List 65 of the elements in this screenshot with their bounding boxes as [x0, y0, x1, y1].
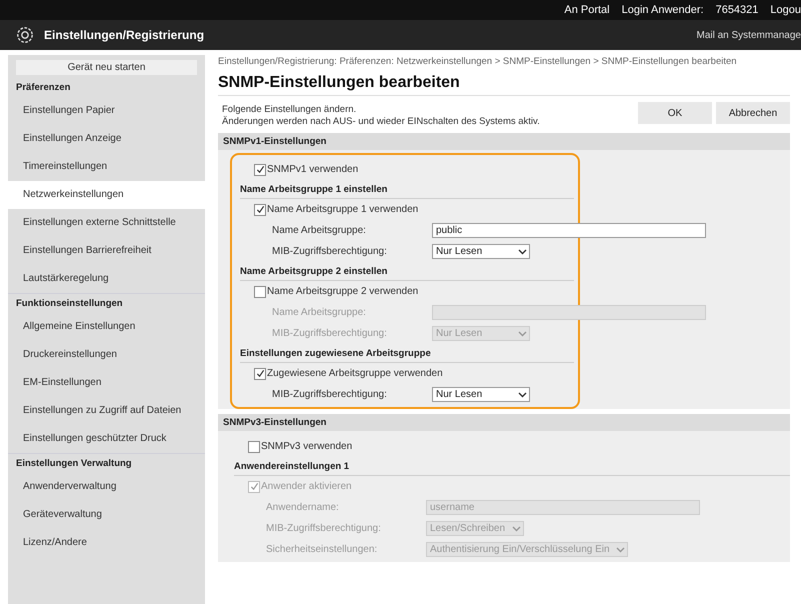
- login-label: Login Anwender:: [622, 4, 704, 16]
- field-label: MIB-Zugriffsberechtigung:: [272, 389, 388, 400]
- field-label: Name Arbeitsgruppe:: [272, 225, 367, 236]
- field-label: Anwendername:: [266, 502, 340, 513]
- portal-link[interactable]: An Portal: [564, 4, 610, 16]
- login-id: 7654321: [716, 4, 758, 16]
- mail-link[interactable]: Mail an Systemmanage: [696, 30, 801, 40]
- caret-icon: [518, 248, 527, 254]
- cancel-button[interactable]: Abbrechen: [716, 102, 790, 124]
- nav-item[interactable]: Netzwerkeinstellungen: [8, 181, 205, 209]
- checkbox-label: SNMPv1 verwenden: [267, 164, 358, 175]
- nav-heading: Einstellungen Verwaltung: [8, 453, 205, 473]
- checkbox[interactable]: [248, 440, 260, 452]
- nav-item[interactable]: Lizenz/Andere: [8, 529, 205, 557]
- nav-item[interactable]: EM-Einstellungen: [8, 369, 205, 397]
- nav-item[interactable]: Einstellungen Papier: [8, 97, 205, 125]
- nav-item[interactable]: Einstellungen Barrierefreiheit: [8, 237, 205, 265]
- gear-icon: [16, 26, 34, 44]
- checkbox-label: Zugewiesene Arbeitsgruppe verwenden: [267, 368, 443, 379]
- dropdown[interactable]: Nur Lesen: [432, 244, 530, 259]
- checkbox-label: Name Arbeitsgruppe 1 verwenden: [267, 204, 418, 215]
- checkbox[interactable]: [254, 164, 266, 176]
- nav-item[interactable]: Einstellungen geschützter Druck: [8, 425, 205, 453]
- text-field[interactable]: public: [432, 223, 706, 238]
- nav-item[interactable]: Einstellungen Anzeige: [8, 125, 205, 153]
- group-heading: Name Arbeitsgruppe 2 einstellen: [240, 262, 574, 281]
- checkbox[interactable]: [254, 368, 266, 380]
- checkbox-label: Name Arbeitsgruppe 2 verwenden: [267, 286, 418, 297]
- section-header: SNMPv1-Einstellungen: [218, 133, 790, 150]
- app-title: Einstellungen/Registrierung: [44, 28, 206, 42]
- description-text: Änderungen werden nach AUS- und wieder EINschalten des Systems aktiv.: [222, 116, 540, 128]
- nav-heading: Funktionseinstellungen: [8, 293, 205, 313]
- nav-item[interactable]: Allgemeine Einstellungen: [8, 313, 205, 341]
- field-label: Sicherheitseinstellungen:: [266, 544, 378, 555]
- nav-item[interactable]: Lautstärkeregelung: [8, 265, 205, 293]
- field-label: MIB-Zugriffsberechtigung:: [266, 523, 382, 534]
- ok-button[interactable]: OK: [638, 102, 712, 124]
- caret-icon: [518, 392, 527, 398]
- checkbox-label: SNMPv3 verwenden: [261, 441, 352, 452]
- field-label: MIB-Zugriffsberechtigung:: [272, 328, 388, 339]
- checkbox[interactable]: [254, 204, 266, 216]
- page-title: SNMP-Einstellungen bearbeiten: [218, 74, 790, 96]
- checkbox-label: Anwender aktivieren: [261, 481, 352, 492]
- nav-item[interactable]: Anwenderverwaltung: [8, 473, 205, 501]
- dropdown[interactable]: Nur Lesen: [432, 387, 530, 402]
- checkbox[interactable]: [254, 286, 266, 298]
- caret-icon: [518, 330, 527, 336]
- restart-button[interactable]: Gerät neu starten: [16, 60, 197, 75]
- description-text: Folgende Einstellungen ändern.: [222, 104, 358, 116]
- nav-heading: Präferenzen: [15, 81, 72, 95]
- nav-item[interactable]: Einstellungen zu Zugriff auf Dateien: [8, 397, 205, 425]
- section-header: SNMPv3-Einstellungen: [218, 414, 790, 431]
- nav-item[interactable]: Geräteverwaltung: [8, 501, 205, 529]
- nav-item[interactable]: Druckereinstellungen: [8, 341, 205, 369]
- nav-item[interactable]: Timereinstellungen: [8, 153, 205, 181]
- field-label: Name Arbeitsgruppe:: [272, 307, 367, 318]
- logout-link[interactable]: Logou: [770, 4, 801, 16]
- field-label: MIB-Zugriffsberechtigung:: [272, 246, 388, 257]
- breadcrumb: Einstellungen/Registrierung: Präferenzen: Netzwerkeinstellungen > SNMP-Einstellungen > SNMP-Einstellungen bearbeiten: [218, 55, 738, 67]
- group-heading: Name Arbeitsgruppe 1 einstellen: [240, 180, 574, 199]
- caret-icon: [512, 526, 521, 532]
- group-heading: Einstellungen zugewiesene Arbeitsgruppe: [240, 344, 574, 363]
- nav-item[interactable]: Einstellungen externe Schnittstelle: [8, 209, 205, 237]
- group-heading: Anwendereinstellungen 1: [234, 457, 790, 476]
- caret-icon: [616, 546, 625, 552]
